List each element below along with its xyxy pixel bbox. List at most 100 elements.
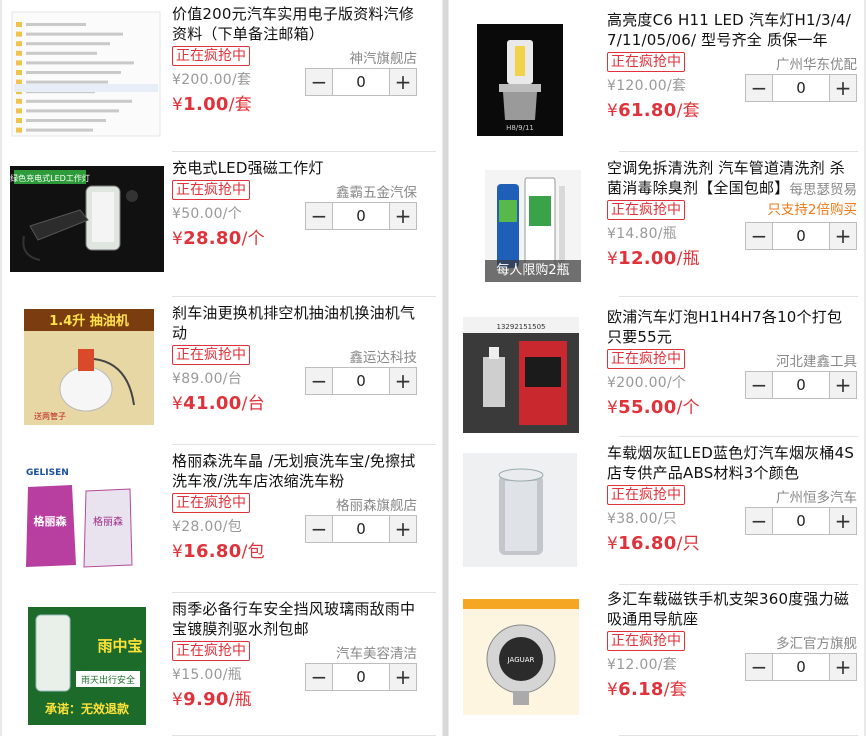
shop-name[interactable]: 鑫运达科技 xyxy=(350,346,418,366)
minus-icon[interactable]: − xyxy=(746,372,773,398)
shop-name[interactable]: 多汇官方旗舰 xyxy=(776,632,857,652)
quantity-value[interactable]: 0 xyxy=(333,69,389,95)
quantity-value[interactable]: 0 xyxy=(773,508,829,534)
product-item[interactable]: 价值200元汽车实用电子版资料汽修资料（下单备注邮箱） 正在疯抢中 ¥200.0… xyxy=(2,0,442,152)
sale-price-value: 55.00 xyxy=(618,397,677,418)
product-image[interactable]: JAGUAR xyxy=(463,599,579,715)
plus-icon[interactable]: + xyxy=(829,372,856,398)
right-product-column: H8/9/11 高亮度C6 H11 LED 汽车灯H1/3/4/7/11/05/… xyxy=(449,0,864,736)
plus-icon[interactable]: + xyxy=(389,664,416,690)
quantity-value[interactable]: 0 xyxy=(333,664,389,690)
quantity-stepper[interactable]: − 0 + xyxy=(305,663,417,691)
product-title[interactable]: 刹车油更换机排空机抽油机换油机气动 xyxy=(172,303,417,343)
status-tag: 正在疯抢中 xyxy=(172,493,250,513)
product-item[interactable]: GELISEN 格丽森 格丽森 格丽森洗车晶 /无划痕洗车宝/免擦拭洗车液/洗车… xyxy=(2,445,442,593)
product-image[interactable] xyxy=(10,10,162,138)
minus-icon[interactable]: − xyxy=(306,664,333,690)
product-image[interactable]: H8/9/11 xyxy=(477,24,563,136)
sale-price-value: 41.00 xyxy=(183,393,242,414)
shop-name[interactable]: 神汽旗舰店 xyxy=(350,47,418,67)
product-item[interactable]: 1.4升 抽油机 送两管子 刹车油更换机排空机抽油机换油机气动 正在疯抢中 ¥8… xyxy=(2,297,442,445)
sale-price-unit: /瓶 xyxy=(228,690,253,710)
shop-name[interactable]: 广州华东优配 xyxy=(776,53,857,73)
shop-name[interactable]: 汽车美容清洁 xyxy=(336,642,417,662)
product-title[interactable]: 雨季必备行车安全挡风玻璃雨敌雨中宝镀膜剂驱水剂包邮 xyxy=(172,599,417,639)
sale-price-unit: /只 xyxy=(676,534,700,554)
product-title[interactable]: 高亮度C6 H11 LED 汽车灯H1/3/4/7/11/05/06/ 型号齐全… xyxy=(607,10,857,50)
quantity-value[interactable]: 0 xyxy=(333,368,389,394)
product-title[interactable]: 充电式LED强磁工作灯 xyxy=(172,158,417,178)
plus-icon[interactable]: + xyxy=(829,654,856,680)
shop-name[interactable]: 鑫霸五金汽保 xyxy=(336,181,417,201)
product-item[interactable]: 车载烟灰缸LED蓝色灯汽车烟灰桶4S店专供产品ABS材料3个颜色 正在疯抢中 ¥… xyxy=(449,437,864,585)
sale-price-value: 16.80 xyxy=(183,541,242,562)
sale-price-value: 6.18 xyxy=(618,679,664,700)
product-item[interactable]: H8/9/11 高亮度C6 H11 LED 汽车灯H1/3/4/7/11/05/… xyxy=(449,0,864,152)
plus-icon[interactable]: + xyxy=(389,368,416,394)
minus-icon[interactable]: − xyxy=(746,508,773,534)
minus-icon[interactable]: − xyxy=(746,75,773,101)
minus-icon[interactable]: − xyxy=(306,69,333,95)
quantity-stepper[interactable]: − 0 + xyxy=(745,653,857,681)
product-image[interactable]: 绿色充电式LED工作灯 xyxy=(10,166,164,272)
shop-name[interactable]: 河北建鑫工具 xyxy=(776,350,857,370)
quantity-stepper[interactable]: − 0 + xyxy=(305,367,417,395)
product-image[interactable]: GELISEN 格丽森 格丽森 xyxy=(20,461,140,579)
sale-price-value: 28.80 xyxy=(183,228,242,249)
shop-name[interactable]: 广州恒多汽车 xyxy=(776,486,857,506)
product-item[interactable]: 每人限购2瓶 空调免拆清洗剂 汽车管道清洗剂 杀菌消毒除臭剂【全国包邮】 正在疯… xyxy=(449,152,864,297)
minus-icon[interactable]: − xyxy=(306,516,333,542)
product-title[interactable]: 车载烟灰缸LED蓝色灯汽车烟灰桶4S店专供产品ABS材料3个颜色 xyxy=(607,443,857,483)
quantity-stepper[interactable]: − 0 + xyxy=(305,202,417,230)
sale-price-value: 61.80 xyxy=(618,100,677,121)
minus-icon[interactable]: − xyxy=(746,223,773,249)
svg-text:雨天出行安全: 雨天出行安全 xyxy=(81,674,135,686)
product-title[interactable]: 格丽森洗车晶 /无划痕洗车宝/免擦拭洗车液/洗车店浓缩洗车粉 xyxy=(172,451,417,491)
quantity-stepper[interactable]: − 0 + xyxy=(305,68,417,96)
plus-icon[interactable]: + xyxy=(829,508,856,534)
svg-text:绿色充电式LED工作灯: 绿色充电式LED工作灯 xyxy=(10,173,90,183)
product-info: 高亮度C6 H11 LED 汽车灯H1/3/4/7/11/05/06/ 型号齐全… xyxy=(607,10,857,148)
minus-icon[interactable]: − xyxy=(306,368,333,394)
product-image[interactable]: 雨中宝 雨天出行安全 承诺：无效退款 xyxy=(28,607,146,725)
quantity-stepper[interactable]: − 0 + xyxy=(745,74,857,102)
svg-text:H8/9/11: H8/9/11 xyxy=(506,124,534,132)
shop-name[interactable]: 每思瑟贸易 xyxy=(790,178,858,198)
product-image[interactable]: 每人限购2瓶 xyxy=(485,170,581,282)
minus-icon[interactable]: − xyxy=(306,203,333,229)
quantity-value[interactable]: 0 xyxy=(773,372,829,398)
product-info: 多汇车载磁铁手机支架360度强力磁吸通用导航座 正在疯抢中 ¥12.00/套 ¥… xyxy=(607,589,857,732)
product-image[interactable]: 1.4升 抽油机 送两管子 xyxy=(24,309,154,425)
sale-price-unit: /个 xyxy=(676,398,700,418)
quantity-value[interactable]: 0 xyxy=(773,75,829,101)
product-title[interactable]: 价值200元汽车实用电子版资料汽修资料（下单备注邮箱） xyxy=(172,4,417,44)
product-image[interactable] xyxy=(463,453,577,567)
quantity-value[interactable]: 0 xyxy=(773,223,829,249)
plus-icon[interactable]: + xyxy=(389,203,416,229)
quantity-value[interactable]: 0 xyxy=(773,654,829,680)
quantity-value[interactable]: 0 xyxy=(333,203,389,229)
plus-icon[interactable]: + xyxy=(829,75,856,101)
quantity-stepper[interactable]: − 0 + xyxy=(745,222,857,250)
product-item[interactable]: 绿色充电式LED工作灯 充电式LED强磁工作灯 正在疯抢中 ¥50.00/个 ¥… xyxy=(2,152,442,297)
product-item[interactable]: 13292151505 欧浦汽车灯泡H1H4H7各10个打包只要55元 正在疯抢… xyxy=(449,297,864,437)
product-item[interactable]: 雨中宝 雨天出行安全 承诺：无效退款 雨季必备行车安全挡风玻璃雨敌雨中宝镀膜剂驱… xyxy=(2,593,442,736)
plus-icon[interactable]: + xyxy=(389,516,416,542)
product-image[interactable]: 13292151505 xyxy=(463,317,579,433)
product-title[interactable]: 多汇车载磁铁手机支架360度强力磁吸通用导航座 xyxy=(607,589,857,629)
plus-icon[interactable]: + xyxy=(829,223,856,249)
quantity-value[interactable]: 0 xyxy=(333,516,389,542)
plus-icon[interactable]: + xyxy=(389,69,416,95)
product-info: 充电式LED强磁工作灯 正在疯抢中 ¥50.00/个 ¥28.80/个 鑫霸五金… xyxy=(172,158,417,293)
minus-icon[interactable]: − xyxy=(746,654,773,680)
product-item[interactable]: JAGUAR 多汇车载磁铁手机支架360度强力磁吸通用导航座 正在疯抢中 ¥12… xyxy=(449,585,864,736)
shop-name[interactable]: 格丽森旗舰店 xyxy=(336,494,417,514)
sale-price-unit: /瓶 xyxy=(676,249,700,269)
quantity-stepper[interactable]: − 0 + xyxy=(305,515,417,543)
left-product-column: 价值200元汽车实用电子版资料汽修资料（下单备注邮箱） 正在疯抢中 ¥200.0… xyxy=(2,0,442,736)
quantity-stepper[interactable]: − 0 + xyxy=(745,371,857,399)
quantity-stepper[interactable]: − 0 + xyxy=(745,507,857,535)
product-info: 雨季必备行车安全挡风玻璃雨敌雨中宝镀膜剂驱水剂包邮 正在疯抢中 ¥15.00/瓶… xyxy=(172,599,417,732)
product-title[interactable]: 欧浦汽车灯泡H1H4H7各10个打包只要55元 xyxy=(607,307,857,347)
sale-price-unit: /包 xyxy=(241,542,265,562)
